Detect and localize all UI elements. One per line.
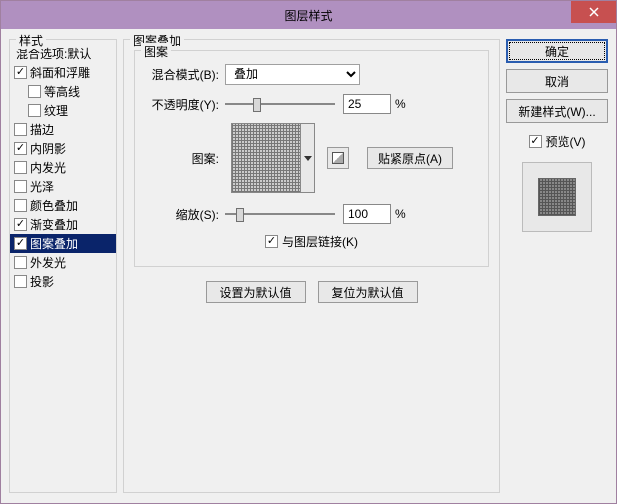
style-label: 图案叠加 (30, 235, 78, 252)
default-buttons-row: 设置为默认值 复位为默认值 (134, 281, 489, 303)
pattern-swatch[interactable] (231, 123, 301, 193)
style-label: 纹理 (44, 102, 68, 119)
style-checkbox[interactable] (14, 123, 27, 136)
blend-mode-select[interactable]: 叠加 (225, 64, 360, 85)
opacity-pct: % (395, 97, 406, 111)
scale-pct: % (395, 207, 406, 221)
style-checkbox[interactable] (14, 66, 27, 79)
style-item[interactable]: 图案叠加 (10, 234, 116, 253)
new-style-button[interactable]: 新建样式(W)... (506, 99, 608, 123)
style-label: 描边 (30, 121, 54, 138)
reset-default-button[interactable]: 复位为默认值 (318, 281, 418, 303)
styles-panel: 样式 混合选项:默认 斜面和浮雕等高线纹理描边内阴影内发光光泽颜色叠加渐变叠加图… (9, 39, 117, 493)
close-button[interactable] (571, 1, 616, 23)
window-title: 图层样式 (1, 7, 616, 24)
scale-label: 缩放(S): (145, 206, 225, 223)
style-checkbox[interactable] (14, 142, 27, 155)
style-item[interactable]: 等高线 (10, 82, 116, 101)
center-panel: 图案叠加 图案 混合模式(B): 叠加 不透明度(Y): (123, 39, 500, 493)
style-label: 内阴影 (30, 140, 66, 157)
blend-mode-row: 混合模式(B): 叠加 (145, 63, 478, 85)
titlebar[interactable]: 图层样式 (1, 1, 616, 29)
opacity-slider[interactable] (225, 95, 335, 113)
style-label: 内发光 (30, 159, 66, 176)
style-checkbox[interactable] (14, 237, 27, 250)
opacity-row: 不透明度(Y): % (145, 93, 478, 115)
style-label: 投影 (30, 273, 54, 290)
style-label: 颜色叠加 (30, 197, 78, 214)
style-label: 等高线 (44, 83, 80, 100)
set-default-button[interactable]: 设置为默认值 (206, 281, 306, 303)
opacity-input[interactable] (343, 94, 391, 114)
style-item[interactable]: 纹理 (10, 101, 116, 120)
pattern-label: 图案: (145, 150, 225, 167)
style-item[interactable]: 光泽 (10, 177, 116, 196)
snap-origin-button[interactable]: 贴紧原点(A) (367, 147, 453, 169)
preview-thumbnail (538, 178, 576, 216)
style-label: 外发光 (30, 254, 66, 271)
scale-input[interactable] (343, 204, 391, 224)
style-checkbox[interactable] (14, 180, 27, 193)
style-item[interactable]: 渐变叠加 (10, 215, 116, 234)
scale-row: 缩放(S): % (145, 203, 478, 225)
style-checkbox[interactable] (14, 199, 27, 212)
slider-track (225, 103, 335, 105)
styles-fieldset: 样式 混合选项:默认 斜面和浮雕等高线纹理描边内阴影内发光光泽颜色叠加渐变叠加图… (9, 39, 117, 493)
scale-slider[interactable] (225, 205, 335, 223)
close-icon (589, 7, 599, 17)
style-checkbox[interactable] (28, 104, 41, 117)
style-item[interactable]: 内发光 (10, 158, 116, 177)
style-label: 渐变叠加 (30, 216, 78, 233)
link-row: 与图层链接(K) (145, 233, 478, 250)
pattern-legend: 图案 (141, 43, 171, 60)
ok-button[interactable]: 确定 (506, 39, 608, 63)
slider-thumb[interactable] (253, 98, 261, 112)
style-item[interactable]: 投影 (10, 272, 116, 291)
style-label: 斜面和浮雕 (30, 64, 90, 81)
pattern-overlay-fieldset: 图案叠加 图案 混合模式(B): 叠加 不透明度(Y): (123, 39, 500, 493)
dialog-body: 样式 混合选项:默认 斜面和浮雕等高线纹理描边内阴影内发光光泽颜色叠加渐变叠加图… (1, 29, 616, 503)
dialog-window: 图层样式 样式 混合选项:默认 斜面和浮雕等高线纹理描边内阴影内发光光泽颜色叠加… (0, 0, 617, 504)
blend-mode-label: 混合模式(B): (145, 66, 225, 83)
preview-box (522, 162, 592, 232)
cancel-button[interactable]: 取消 (506, 69, 608, 93)
pattern-row: 图案: 贴紧原点(A) (145, 123, 478, 193)
style-item[interactable]: 外发光 (10, 253, 116, 272)
styles-legend: 样式 (16, 32, 46, 49)
preview-checkbox[interactable] (529, 135, 542, 148)
style-label: 光泽 (30, 178, 54, 195)
style-item[interactable]: 颜色叠加 (10, 196, 116, 215)
link-label: 与图层链接(K) (282, 233, 358, 250)
pattern-fieldset: 图案 混合模式(B): 叠加 不透明度(Y): (134, 50, 489, 267)
preview-row: 预览(V) (506, 133, 608, 150)
style-item[interactable]: 内阴影 (10, 139, 116, 158)
style-item[interactable]: 斜面和浮雕 (10, 63, 116, 82)
style-checkbox[interactable] (14, 256, 27, 269)
new-preset-icon[interactable] (327, 147, 349, 169)
styles-list: 混合选项:默认 斜面和浮雕等高线纹理描边内阴影内发光光泽颜色叠加渐变叠加图案叠加… (10, 44, 116, 291)
style-item[interactable]: 描边 (10, 120, 116, 139)
style-checkbox[interactable] (14, 161, 27, 174)
slider-thumb[interactable] (236, 208, 244, 222)
preview-label: 预览(V) (546, 133, 586, 150)
style-checkbox[interactable] (14, 218, 27, 231)
link-checkbox[interactable] (265, 235, 278, 248)
opacity-label: 不透明度(Y): (145, 96, 225, 113)
pattern-dropdown-button[interactable] (301, 123, 315, 193)
style-checkbox[interactable] (14, 275, 27, 288)
right-panel: 确定 取消 新建样式(W)... 预览(V) (506, 39, 608, 493)
style-checkbox[interactable] (28, 85, 41, 98)
